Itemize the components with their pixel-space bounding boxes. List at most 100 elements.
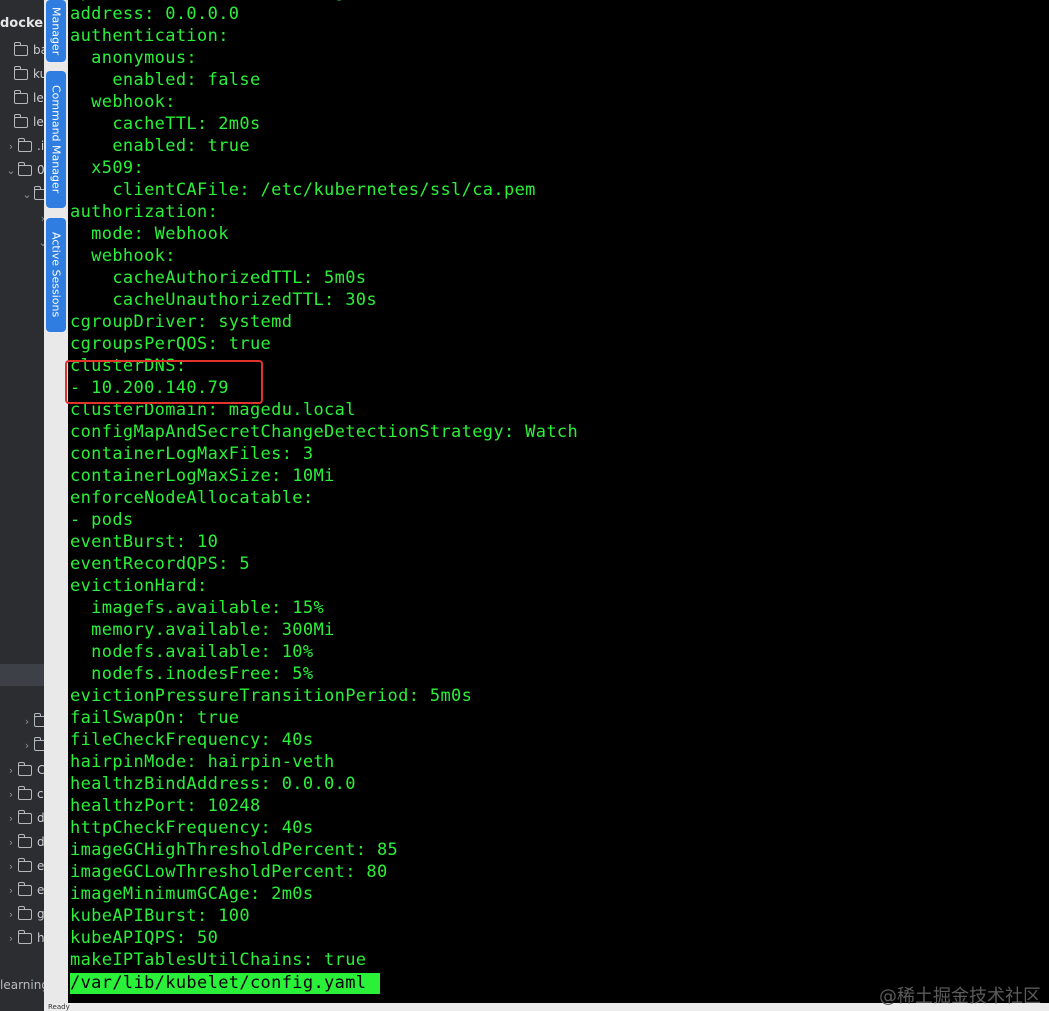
chevron-icon[interactable]: ⌄ [4,164,18,177]
tree-item[interactable]: › d [4,807,44,829]
tree-item[interactable]: › e [4,879,44,901]
chevron-icon[interactable]: › [4,932,18,945]
terminal-line: kubeAPIQPS: 50 [70,928,219,948]
terminal-line: kubeAPIBurst: 100 [70,906,250,926]
terminal-line: cacheUnauthorizedTTL: 30s [70,290,377,310]
terminal-pane[interactable]: apiVersion: kubelet.config.k8s.io/v1beta… [68,0,1049,1011]
tab-manager-label: Manager [49,6,63,56]
terminal-line: hairpinMode: hairpin-veth [70,752,335,772]
chevron-icon[interactable]: › [20,739,34,752]
terminal-line: webhook: [70,246,176,266]
terminal-line: memory.available: 300Mi [70,620,335,640]
terminal-line: clientCAFile: /etc/kubernetes/ssl/ca.pem [70,180,536,200]
tab-command-manager[interactable]: Command Manager [46,71,66,208]
tree-item[interactable]: learn [0,87,44,109]
terminal-line: address: 0.0.0.0 [70,4,240,24]
tree-item[interactable]: kube [0,63,44,85]
folder-icon [14,113,28,128]
terminal-line: fileCheckFrequency: 40s [70,730,314,750]
tree-item[interactable]: › g [4,903,44,925]
terminal-line: authentication: [70,26,229,46]
tree-item[interactable]: › [36,207,44,229]
tree-item[interactable]: › h [4,927,44,949]
terminal-line: imageGCLowThresholdPercent: 80 [70,862,388,882]
terminal-line: eventBurst: 10 [70,532,219,552]
chevron-icon[interactable]: › [4,860,18,873]
folder-icon [18,905,32,920]
terminal-line: makeIPTablesUtilChains: true [70,950,367,970]
folder-icon [34,736,44,751]
terminal-line: healthzPort: 10248 [70,796,261,816]
tree-item[interactable]: › .i [4,135,44,157]
terminal-line: configMapAndSecretChangeDetectionStrateg… [70,422,579,442]
chevron-icon[interactable]: › [4,812,18,825]
tree-item-label: .i [37,139,44,153]
file-tree-sidebar: docker bak_kubelearnlearn›.i⌄0⌄›⌄›››C›c›… [0,0,44,1011]
tree-item-label: 0 [37,163,44,177]
tree-item[interactable]: ⌄ 0 [4,159,44,181]
tree-item[interactable]: learn [0,111,44,133]
folder-icon [18,761,32,776]
chevron-icon[interactable]: › [4,884,18,897]
terminal-line: imagefs.available: 15% [70,598,325,618]
chevron-icon[interactable]: › [36,212,44,225]
tree-item[interactable]: › e [4,855,44,877]
chevron-icon[interactable]: ⌄ [20,188,34,201]
tree-item[interactable]: bak_ [0,39,44,61]
tree-item[interactable]: ⌄ [20,183,44,205]
chevron-icon[interactable]: › [4,836,18,849]
chevron-icon[interactable]: › [4,788,18,801]
tree-item[interactable]: ⌄ [36,231,44,253]
terminal-line: enabled: false [70,70,261,90]
tree-item[interactable]: › C [4,759,44,781]
tree-item-label: kube [33,67,44,81]
tree-item-label: learn [33,91,44,105]
terminal-line: mode: Webhook [70,224,229,244]
folder-icon [14,65,28,80]
folder-icon [18,881,32,896]
folder-icon [18,929,32,944]
terminal-line: authorization: [70,202,219,222]
folder-icon [18,785,32,800]
tree-item[interactable]: › [20,734,44,756]
folder-icon [18,161,32,176]
tree-item-label: d [37,811,44,825]
tree-item-label: e [37,859,44,873]
watermark-text: @稀土掘金技术社区 [879,986,1041,1007]
terminal-line: webhook: [70,92,176,112]
tree-item[interactable]: › d [4,831,44,853]
tree-item-label: learn [33,115,44,129]
tree-item-label: d [37,835,44,849]
terminal-line: httpCheckFrequency: 40s [70,818,314,838]
tree-item-label: g [37,907,44,921]
terminal-line: containerLogMaxSize: 10Mi [70,466,335,486]
tree-item[interactable]: › [20,710,44,732]
tree-item-label: e [37,883,44,897]
project-root-label[interactable]: docker [0,16,44,31]
terminal-line: eventRecordQPS: 5 [70,554,250,574]
tab-active-sessions[interactable]: Active Sessions [46,218,66,332]
chevron-icon[interactable]: ⌄ [36,236,44,249]
tab-active-sessions-label: Active Sessions [49,232,63,318]
terminal-line: evictionPressureTransitionPeriod: 5m0s [70,686,473,706]
terminal-line: enforceNodeAllocatable: [70,488,314,508]
folder-icon [18,833,32,848]
chevron-icon[interactable]: › [4,140,18,153]
selected-row-highlight [0,664,44,686]
folder-icon [18,809,32,824]
terminal-line: healthzBindAddress: 0.0.0.0 [70,774,356,794]
chevron-icon[interactable]: › [4,908,18,921]
chevron-icon[interactable]: › [4,764,18,777]
terminal-line: anonymous: [70,48,198,68]
terminal-output: apiVersion: kubelet.config.k8s.io/v1beta… [70,0,578,971]
folder-icon [18,857,32,872]
folder-icon [34,185,44,200]
tool-window-tabstrip: Manager Command Manager Active Sessions [44,0,68,1011]
tree-item[interactable]: › c [4,783,44,805]
sidebar-footer-label[interactable]: learning [0,978,44,992]
folder-icon [14,89,28,104]
terminal-line: containerLogMaxFiles: 3 [70,444,314,464]
terminal-line: cgroupDriver: systemd [70,312,293,332]
tab-manager[interactable]: Manager [46,0,66,62]
chevron-icon[interactable]: › [20,715,34,728]
